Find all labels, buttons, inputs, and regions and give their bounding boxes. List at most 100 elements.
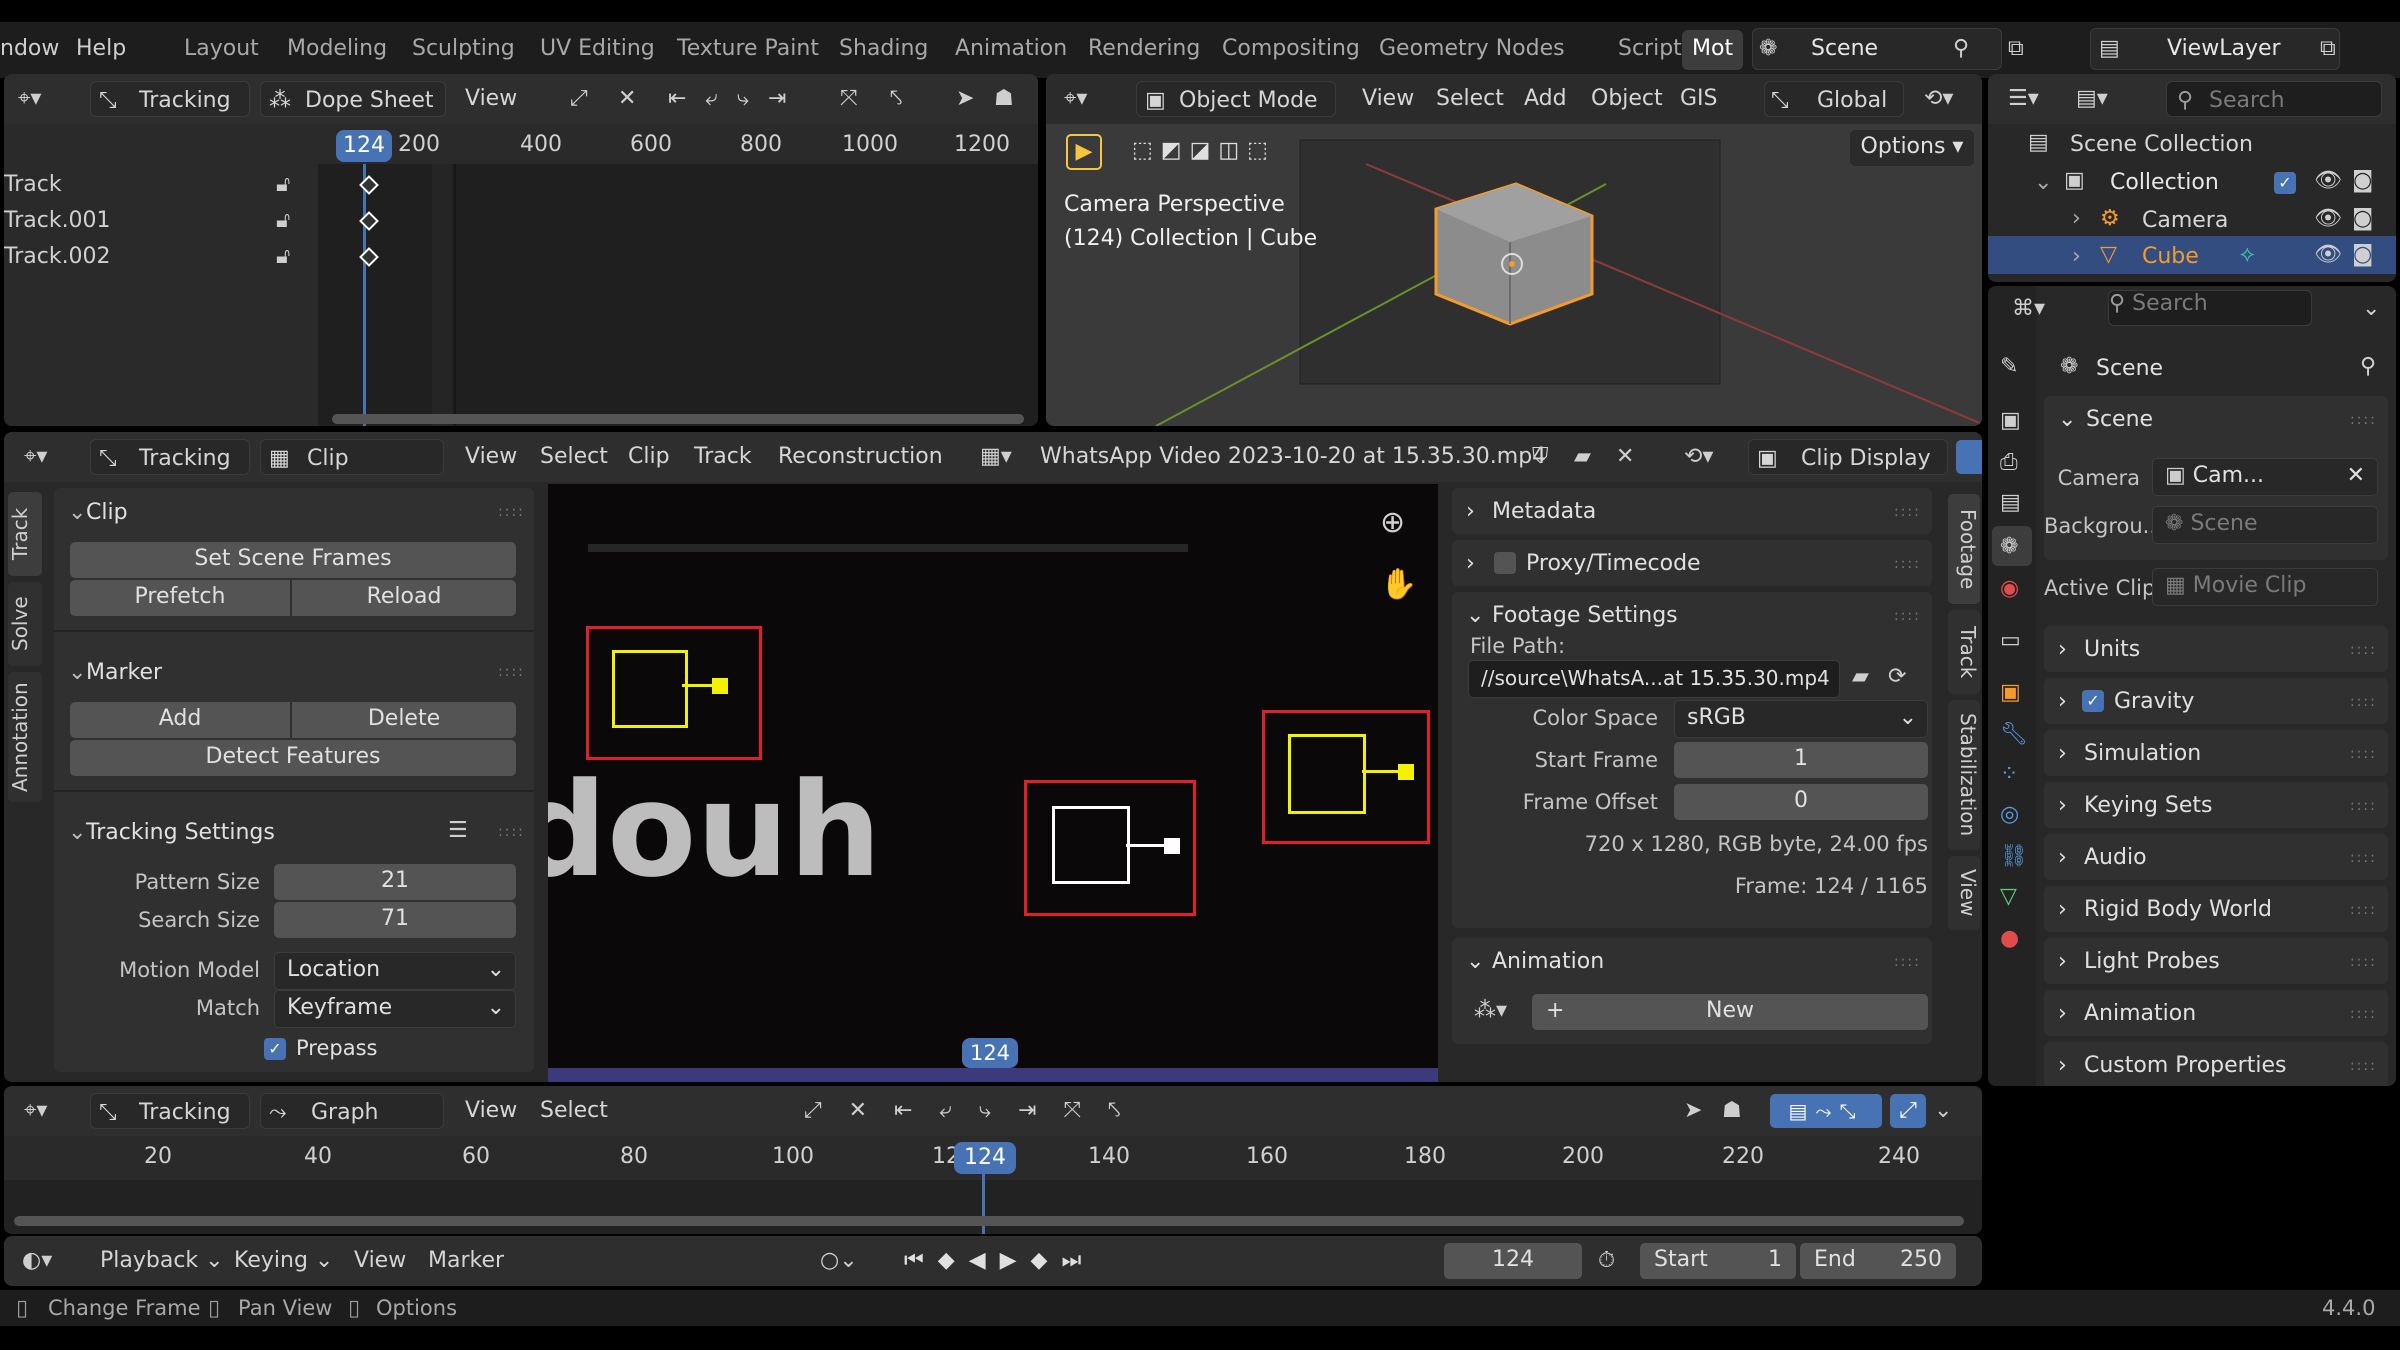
grip-icon[interactable]: ::::	[2350, 798, 2377, 814]
tab-animation[interactable]: Animation	[955, 36, 1067, 61]
detect-features-button[interactable]: Detect Features	[70, 740, 516, 776]
3d-viewport[interactable]: ⌖▾ ▣ Object Mode View Select Add Object …	[1046, 74, 1982, 426]
select-only-icon[interactable]: ➤	[1684, 1100, 1702, 1122]
orientation-select[interactable]: ⤡ Global	[1764, 81, 1904, 117]
display-mode-icon[interactable]: ▤▾	[2076, 88, 2108, 110]
active-clip-field[interactable]: ▦ Movie Clip	[2152, 568, 2378, 606]
chevron-down-icon[interactable]: ⌄	[1466, 949, 1484, 974]
marker-panel-header[interactable]: ⌄Marker	[68, 660, 162, 685]
select-tool-icon[interactable]: ▶	[1066, 134, 1102, 170]
audio-panel[interactable]: › Audio::::	[2044, 834, 2388, 880]
menu-marker[interactable]: Marker	[428, 1248, 504, 1273]
tab-shading[interactable]: Shading	[839, 36, 928, 61]
horizontal-scrollbar[interactable]	[332, 414, 1024, 424]
menu-track[interactable]: Track	[694, 444, 752, 469]
hide-icon[interactable]: ⤧	[840, 88, 858, 110]
tab-annotation[interactable]: Annotation	[8, 672, 42, 802]
pivot-icon[interactable]: ⟲▾	[1684, 446, 1713, 468]
grip-icon[interactable]: ::::	[1894, 504, 1921, 520]
prepass-checkbox[interactable]: ✓	[264, 1038, 286, 1060]
material-icon[interactable]: ●	[2000, 928, 2019, 950]
select-only-icon[interactable]: ➤	[956, 88, 974, 110]
collection-icon[interactable]: ▭	[2000, 630, 2021, 652]
tab-view[interactable]: View	[1948, 856, 1980, 930]
menu-clip[interactable]: Clip	[628, 444, 670, 469]
editor-type-icon[interactable]: ⌖▾	[24, 446, 47, 468]
object-icon[interactable]: ▣	[2000, 682, 2021, 704]
eye-icon[interactable]: 👁︎	[2314, 208, 2342, 230]
menu-select[interactable]: Select	[540, 1098, 608, 1123]
keying-sets-panel[interactable]: › Keying Sets::::	[2044, 782, 2388, 828]
pin-icon[interactable]: ⚲	[1953, 38, 1969, 60]
scene-icon[interactable]: ❁	[2000, 536, 2018, 558]
horizontal-scrollbar[interactable]	[14, 1216, 1964, 1226]
tab-footage[interactable]: Footage	[1948, 494, 1980, 604]
tab-solve[interactable]: Solve	[8, 582, 42, 666]
eye-icon[interactable]: 👁︎	[2314, 170, 2342, 192]
camera-icon[interactable]: ◙	[2352, 244, 2373, 266]
tab-rendering[interactable]: Rendering	[1088, 36, 1200, 61]
particles-icon[interactable]: ⁘	[2000, 764, 2018, 786]
menu-gis[interactable]: GIS	[1680, 86, 1718, 111]
channel-icon[interactable]: ⤢	[570, 88, 588, 110]
world-icon[interactable]: ◉	[2000, 578, 2019, 600]
editor-type-icon[interactable]: ☰▾	[2008, 88, 2039, 110]
checkbox-icon[interactable]: ✓	[2274, 172, 2296, 194]
current-frame-badge[interactable]: 124	[336, 130, 392, 162]
add-marker-button[interactable]: Add	[70, 702, 290, 738]
physics-icon[interactable]: ◎	[2000, 804, 2019, 826]
select-channels-icons[interactable]: ⇤ ⤶ ⤷ ⇥	[668, 88, 793, 110]
graph-view-select[interactable]: ⤳ Graph	[260, 1093, 444, 1129]
animation-label[interactable]: Animation	[1492, 949, 1604, 974]
menu-select[interactable]: Select	[540, 444, 608, 469]
tab-stabilization[interactable]: Stabilization	[1948, 700, 1980, 850]
pivot-icon[interactable]: ⟲▾	[1924, 88, 1953, 110]
track-handle[interactable]	[1164, 838, 1180, 854]
expand-icon[interactable]: ⤣	[890, 88, 902, 110]
menu-add[interactable]: Add	[1524, 86, 1567, 111]
fake-user-icon[interactable]: ⛉	[1532, 446, 1549, 468]
light-probes-panel[interactable]: › Light Probes::::	[2044, 938, 2388, 984]
clip-display-select[interactable]: ▣ Clip Display	[1748, 439, 1948, 475]
grip-icon[interactable]: ::::	[2350, 902, 2377, 918]
list-icon[interactable]: ☰	[448, 820, 468, 842]
camera-icon[interactable]: ◙	[2352, 208, 2373, 230]
lock-icon[interactable]: 🔓︎	[276, 210, 290, 232]
grip-icon[interactable]: ::::	[2350, 850, 2377, 866]
tab-geometry-nodes[interactable]: Geometry Nodes	[1379, 36, 1565, 61]
action-browse-icon[interactable]: ⁂▾	[1474, 1000, 1507, 1022]
start-frame-field[interactable]: 1	[1674, 742, 1928, 778]
menu-object[interactable]: Object	[1591, 86, 1663, 111]
pin-icon[interactable]: ⚲	[2360, 356, 2376, 378]
scene-selector[interactable]: ❁ Scene ⚲	[1752, 28, 2002, 70]
tab-sculpting[interactable]: Sculpting	[412, 36, 515, 61]
view-layer-selector[interactable]: ▤ ViewLayer	[2090, 28, 2340, 70]
keying-menu[interactable]: Keying ⌄	[234, 1248, 333, 1273]
outliner-item[interactable]: Camera	[2142, 208, 2228, 233]
camera-field[interactable]: ▣ Cam... ✕	[2152, 458, 2378, 496]
current-frame-field[interactable]: 124	[1444, 1243, 1582, 1279]
grip-icon[interactable]: ::::	[1894, 556, 1921, 572]
metadata-panel-header[interactable]: › Metadata ::::	[1452, 488, 1932, 534]
editor-type-icon[interactable]: ◐▾	[22, 1250, 52, 1272]
clip-view[interactable]: douh ⊕ ✋ 124	[548, 484, 1438, 1082]
tab-track-right[interactable]: Track	[1948, 610, 1980, 694]
eye-icon[interactable]: 👁︎	[2314, 244, 2342, 266]
menu-view[interactable]: View	[465, 1098, 517, 1123]
footage-settings-label[interactable]: Footage Settings	[1492, 603, 1678, 628]
options-button[interactable]: Options ▾	[1850, 130, 1974, 166]
gravity-checkbox[interactable]: ✓	[2082, 690, 2104, 712]
clip-panel-header[interactable]: ⌄Clip	[68, 500, 128, 525]
clip-view-select[interactable]: ▦ Clip	[260, 439, 444, 475]
menu-view[interactable]: View	[465, 444, 517, 469]
track-pattern-box[interactable]	[1052, 806, 1130, 884]
chevron-right-icon[interactable]: ›	[2072, 208, 2081, 230]
close-icon[interactable]: ✕	[2347, 459, 2365, 493]
output-icon[interactable]: ⎙	[2000, 452, 2018, 474]
grip-icon[interactable]: ::::	[2350, 1006, 2377, 1022]
grip-icon[interactable]: ::::	[1894, 954, 1921, 970]
clip-name[interactable]: WhatsApp Video 2023-10-20 at 15.35.30.mp…	[1040, 444, 1546, 469]
stopwatch-icon[interactable]: ⏱	[1598, 1250, 1615, 1272]
file-path-field[interactable]: //source\WhatsA...at 15.35.30.mp4	[1468, 660, 1840, 698]
proxy-panel-header[interactable]: › Proxy/Timecode ::::	[1452, 540, 1932, 586]
